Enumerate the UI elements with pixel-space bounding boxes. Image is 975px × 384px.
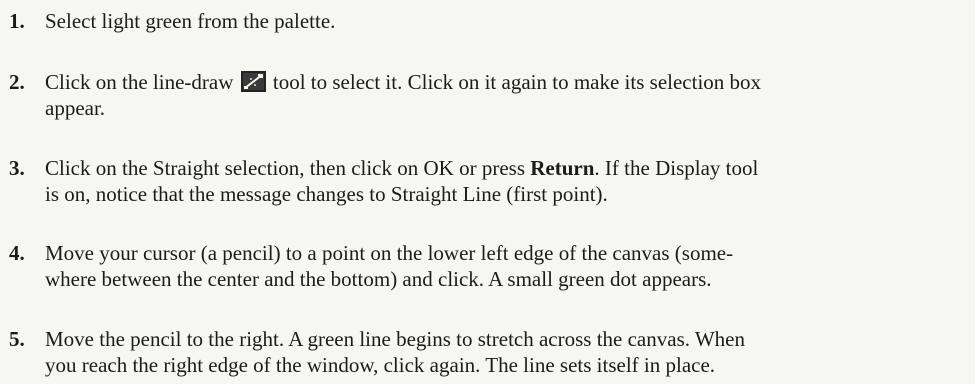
step-line: Click on the Straight selection, then cl… (45, 155, 973, 181)
step-line: where between the center and the bottom)… (45, 267, 712, 291)
step-line: is on, notice that the message changes t… (45, 182, 608, 206)
step-text: Select light green from the palette. (45, 8, 973, 34)
step-text-segment: Click on the Straight selection, then cl… (45, 156, 525, 180)
instruction-page: 1. Select light green from the palette. … (0, 0, 975, 384)
step-line: Move your cursor (a pencil) to a point o… (45, 241, 734, 265)
step-number: 2. (9, 70, 25, 94)
step-text-segment: . If the Display tool (594, 156, 759, 180)
step-number: 5. (9, 327, 25, 351)
step-text: Move the pencil to the right. A green li… (45, 326, 973, 378)
step-line: appear. (45, 96, 106, 120)
step-text-segment: tool to select it. Click on it again to … (272, 70, 762, 94)
step-line: Click on the line-draw tool to select it… (45, 69, 973, 95)
step-line: Select light green from the palette. (45, 9, 336, 33)
step-text: Move your cursor (a pencil) to a point o… (45, 240, 973, 292)
step-line: Move the pencil to the right. A green li… (45, 327, 746, 351)
line-draw-tool-icon (240, 71, 266, 92)
step-line: you reach the right edge of the window, … (45, 353, 716, 377)
step-number: 3. (9, 156, 25, 180)
return-key-label: Return (530, 156, 595, 180)
step-text: Click on the line-draw tool to select it… (45, 69, 973, 121)
step-number: 4. (9, 241, 25, 265)
step-text: Click on the Straight selection, then cl… (45, 155, 973, 207)
step-number: 1. (9, 9, 25, 33)
step-text-segment: Click on the line-draw (45, 70, 234, 94)
